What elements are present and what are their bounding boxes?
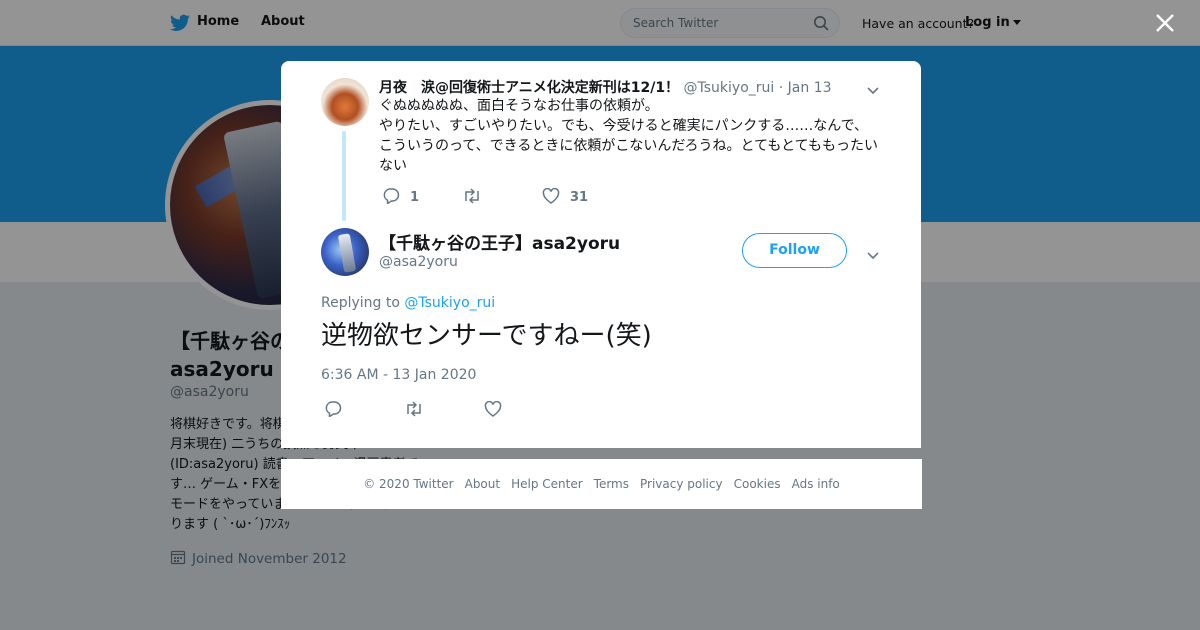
tweet-author-avatar[interactable] xyxy=(321,228,369,276)
like-button[interactable]: 31 xyxy=(542,187,589,208)
follow-button[interactable]: Follow xyxy=(742,233,847,268)
footer-link-terms[interactable]: Terms xyxy=(594,477,629,491)
chevron-down-icon[interactable] xyxy=(866,81,880,95)
retweet-button[interactable] xyxy=(404,400,484,421)
parent-tweet-text: ぐぬぬぬぬぬ、面白そうなお仕事の依頼が。 やりたい、すごいやりたい。でも、今受け… xyxy=(379,96,879,176)
avatar-art xyxy=(337,233,357,273)
reply-count: 1 xyxy=(410,190,420,205)
footer-link-privacy[interactable]: Privacy policy xyxy=(640,477,723,491)
close-icon[interactable] xyxy=(1154,12,1180,38)
parent-tweet-date[interactable]: Jan 13 xyxy=(788,80,832,96)
modal-footer: © 2020 Twitter About Help Center Terms P… xyxy=(281,459,922,509)
replying-prefix: Replying to xyxy=(321,295,400,311)
retweet-button[interactable] xyxy=(462,187,542,208)
reply-button[interactable]: 1 xyxy=(382,187,462,208)
like-icon xyxy=(484,400,502,421)
like-button[interactable] xyxy=(484,400,502,421)
footer-link-help-center[interactable]: Help Center xyxy=(511,477,583,491)
footer-link-about[interactable]: About xyxy=(465,477,500,491)
replying-to-link[interactable]: @Tsukiyo_rui xyxy=(404,295,495,311)
parent-tweet-line: ぐぬぬぬぬぬ、面白そうなお仕事の依頼が。 xyxy=(379,98,659,114)
reply-button[interactable] xyxy=(324,400,404,421)
tweet-author-handle[interactable]: @asa2yoru xyxy=(379,254,458,270)
tweet-timestamp[interactable]: 6:36 AM - 13 Jan 2020 xyxy=(321,367,476,383)
parent-tweet-line: やりたい、すごいやりたい。でも、今受けると確実にパンクする……なんで、こういうの… xyxy=(379,118,878,174)
tweet-modal: 月夜 涙@回復術士アニメ化決定新刊は12/1！ @Tsukiyo_rui · J… xyxy=(281,61,921,448)
like-icon xyxy=(542,187,560,208)
parent-tweet-handle[interactable]: @Tsukiyo_rui xyxy=(684,80,775,96)
chevron-down-icon[interactable] xyxy=(866,246,880,260)
retweet-icon xyxy=(404,400,424,421)
replying-to: Replying to @Tsukiyo_rui xyxy=(321,295,495,311)
retweet-icon xyxy=(462,187,482,208)
parent-tweet-author[interactable]: 月夜 涙@回復術士アニメ化決定新刊は12/1！ xyxy=(379,80,679,96)
tweet-actions xyxy=(324,400,502,421)
tweet-text: 逆物欲センサーですねー(笑) xyxy=(321,321,652,351)
parent-tweet-actions: 1 31 xyxy=(382,187,588,208)
footer-link-ads-info[interactable]: Ads info xyxy=(792,477,840,491)
reply-icon xyxy=(382,187,400,208)
parent-tweet-header: 月夜 涙@回復術士アニメ化決定新刊は12/1！ @Tsukiyo_rui · J… xyxy=(379,77,832,97)
reply-icon xyxy=(324,400,342,421)
footer-copyright: © 2020 Twitter xyxy=(363,477,454,491)
like-count: 31 xyxy=(570,190,589,205)
footer-link-cookies[interactable]: Cookies xyxy=(734,477,781,491)
separator-dot: · xyxy=(778,80,788,96)
parent-tweet-avatar[interactable] xyxy=(321,78,369,126)
tweet-author-name[interactable]: 【千駄ヶ谷の王子】asa2yoru xyxy=(379,229,620,254)
thread-connector xyxy=(342,131,346,221)
